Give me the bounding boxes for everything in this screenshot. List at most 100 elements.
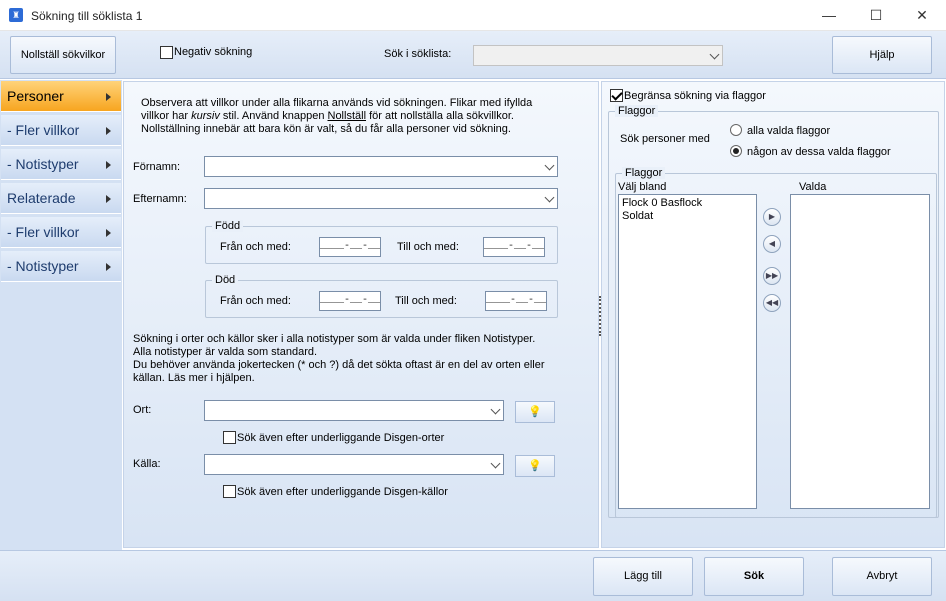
info-text: för att nollställa alla sökvillkor.	[366, 110, 514, 122]
nav-item-relaterade[interactable]: Relaterade	[1, 183, 121, 214]
available-flags-list[interactable]: Flock 0 Basflock Soldat	[618, 194, 757, 509]
search-in-list-select[interactable]	[473, 45, 723, 66]
maximize-button[interactable]: ☐	[853, 0, 899, 31]
nav-item-label: - Notistyper	[7, 156, 79, 172]
list-item[interactable]: Soldat	[622, 210, 753, 223]
selected-label: Valda	[799, 181, 827, 193]
cancel-button[interactable]: Avbryt	[832, 557, 932, 596]
fodd-to-label: Till och med:	[397, 241, 459, 253]
efternamn-label: Efternamn:	[133, 193, 187, 205]
help-button[interactable]: Hjälp	[832, 36, 932, 74]
ort-input[interactable]	[204, 400, 504, 421]
places-info-line1: Sökning i orter och källor sker i alla n…	[133, 333, 536, 345]
minimize-button[interactable]: —	[806, 0, 852, 31]
chevron-down-icon	[490, 404, 501, 415]
move-right-icon[interactable]: ▶	[763, 208, 781, 226]
window-title: Sökning till söklista 1	[31, 9, 143, 23]
nav-item-label: - Notistyper	[7, 258, 79, 274]
info-text: stil. Använd knappen	[219, 110, 328, 122]
places-info-line2: Alla notistyper är valda som standard.	[133, 346, 318, 358]
title-bar: ♜ Sökning till söklista 1 — ☐ ✕	[0, 0, 946, 31]
app-icon: ♜	[9, 8, 23, 22]
move-left-icon[interactable]: ◀	[763, 235, 781, 253]
nav-item-label: Relaterade	[7, 190, 76, 206]
fodd-from-label: Från och med:	[220, 241, 291, 253]
reset-link-text: Nollställ	[327, 110, 367, 122]
chevron-down-icon	[709, 49, 720, 60]
chevron-down-icon	[544, 192, 555, 203]
kalla-include-sub-checkbox[interactable]	[223, 485, 236, 498]
nav-item-label: - Fler villkor	[7, 122, 80, 138]
all-flags-label: alla valda flaggor	[747, 125, 831, 137]
limit-by-flags-checkbox[interactable]	[610, 89, 623, 102]
fornamn-label: Förnamn:	[133, 161, 181, 173]
fodd-from-date-input[interactable]: ____-__-__	[319, 237, 381, 257]
add-button[interactable]: Lägg till	[593, 557, 693, 596]
ort-include-sub-label: Sök även efter underliggande Disgen-orte…	[237, 432, 445, 444]
flags-lists-title: Flaggor	[622, 167, 666, 179]
flags-group: Flaggor Sök personer med alla valda flag…	[608, 105, 939, 518]
reset-conditions-button[interactable]: Nollställ sökvilkor	[10, 36, 116, 74]
dod-group-title: Död	[212, 274, 239, 286]
kalla-include-sub-label: Sök även efter underliggande Disgen-käll…	[237, 486, 448, 498]
dod-from-label: Från och med:	[220, 295, 291, 307]
info-text: villkor har	[141, 110, 192, 122]
flags-group-title: Flaggor	[615, 105, 659, 117]
negative-search-checkbox[interactable]	[160, 46, 173, 59]
fodd-group: Född Från och med: ____-__-__ Till och m…	[205, 220, 558, 264]
any-flags-radio[interactable]	[730, 145, 742, 157]
arrow-right-icon	[106, 229, 111, 237]
arrow-right-icon	[106, 93, 111, 101]
arrow-right-icon	[106, 195, 111, 203]
places-info-line3: Du behöver använda jokertecken (* och ?)…	[133, 359, 545, 371]
efternamn-input[interactable]	[204, 188, 558, 209]
ort-include-sub-checkbox[interactable]	[223, 431, 236, 444]
choose-from-label: Välj bland	[618, 181, 667, 193]
nav-item-relaterade-notistyper[interactable]: - Notistyper	[1, 251, 121, 282]
close-button[interactable]: ✕	[899, 0, 945, 31]
kalla-lookup-button[interactable]: 💡	[515, 455, 555, 477]
negative-search-label: Negativ sökning	[174, 46, 253, 58]
nav-item-personer[interactable]: Personer	[1, 81, 121, 112]
person-search-panel: Observera att villkor under alla flikarn…	[123, 81, 599, 548]
dod-group: Död Från och med: ____-__-__ Till och me…	[205, 274, 558, 318]
dod-from-date-input[interactable]: ____-__-__	[319, 291, 381, 311]
arrow-right-icon	[106, 127, 111, 135]
dod-to-label: Till och med:	[395, 295, 457, 307]
lightbulb-icon: 💡	[528, 406, 542, 418]
move-all-right-icon[interactable]: ▶▶	[763, 267, 781, 285]
move-all-left-icon[interactable]: ◀◀	[763, 294, 781, 312]
list-item[interactable]: Flock 0 Basflock	[622, 197, 753, 210]
any-flags-label: någon av dessa valda flaggor	[747, 146, 891, 158]
arrow-right-icon	[106, 161, 111, 169]
flags-lists-group: Flaggor Välj bland Valda Flock 0 Basfloc…	[615, 167, 937, 518]
ort-label: Ort:	[133, 404, 152, 416]
ort-lookup-button[interactable]: 💡	[515, 401, 555, 423]
info-text-line2: villkor har kursiv stil. Använd knappen …	[141, 110, 514, 122]
places-info-line4: källan. Läs mer i hjälpen.	[133, 372, 255, 384]
dod-to-date-input[interactable]: ____-__-__	[485, 291, 547, 311]
nav-item-notistyper[interactable]: - Notistyper	[1, 149, 121, 180]
limit-by-flags-label: Begränsa sökning via flaggor	[624, 90, 766, 102]
top-toolbar: Nollställ sökvilkor Negativ sökning Sök …	[0, 31, 946, 79]
flags-panel: Begränsa sökning via flaggor Flaggor Sök…	[601, 81, 945, 548]
nav-item-label: Personer	[7, 88, 64, 104]
nav-item-label: - Fler villkor	[7, 224, 80, 240]
arrow-right-icon	[106, 263, 111, 271]
nav-item-fler-villkor[interactable]: - Fler villkor	[1, 115, 121, 146]
bottom-bar: Lägg till Sök Avbryt	[0, 550, 946, 601]
kalla-input[interactable]	[204, 454, 504, 475]
info-text-line1: Observera att villkor under alla flikarn…	[141, 97, 533, 109]
search-persons-with-label: Sök personer med	[620, 133, 710, 145]
fornamn-input[interactable]	[204, 156, 558, 177]
search-button[interactable]: Sök	[704, 557, 804, 596]
selected-flags-list[interactable]	[790, 194, 930, 509]
fodd-group-title: Född	[212, 220, 244, 232]
search-in-list-label: Sök i söklista:	[384, 48, 452, 60]
chevron-down-icon	[544, 160, 555, 171]
lightbulb-icon: 💡	[528, 460, 542, 472]
kalla-label: Källa:	[133, 458, 161, 470]
nav-item-relaterade-fler-villkor[interactable]: - Fler villkor	[1, 217, 121, 248]
fodd-to-date-input[interactable]: ____-__-__	[483, 237, 545, 257]
all-flags-radio[interactable]	[730, 124, 742, 136]
